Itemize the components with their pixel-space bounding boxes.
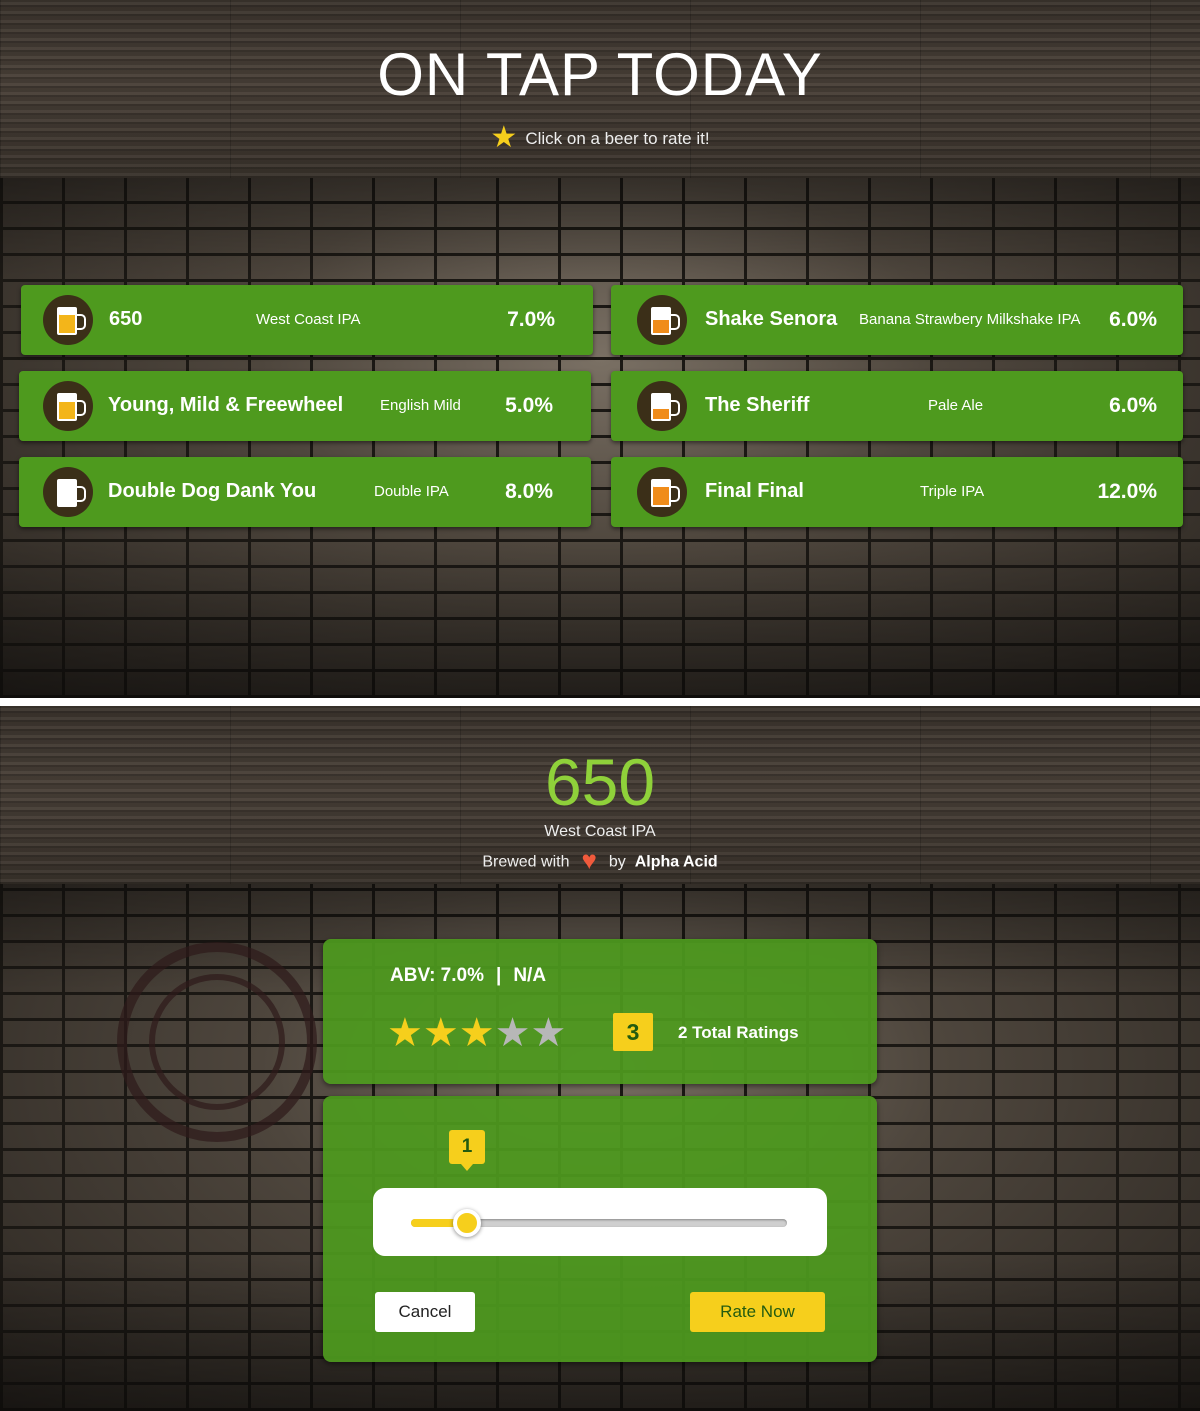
total-ratings: 2 Total Ratings: [678, 1023, 799, 1042]
slider-thumb[interactable]: [453, 1209, 481, 1237]
star-icon: ★: [494, 1011, 531, 1055]
slider-track[interactable]: [411, 1209, 787, 1237]
beer-style: Double IPA: [374, 483, 449, 500]
beer-mug-icon: [637, 467, 687, 517]
beer-detail-screen: 650 West Coast IPA Brewed with ♥ by Alpha …: [0, 706, 1200, 1411]
star-icon: ★: [490, 121, 518, 154]
brewer-name: Alpha Acid: [634, 853, 718, 871]
beer-abv: 7.0%: [507, 308, 555, 331]
rate-card: 1 Cancel Rate Now: [323, 1096, 877, 1362]
beer-abv: 6.0%: [1109, 308, 1157, 331]
ibu-value: N/A: [513, 965, 547, 986]
beer-abv: 12.0%: [1097, 480, 1157, 503]
rate-it-beer-stamp-logo: [117, 942, 317, 1142]
beer-style: English Mild: [380, 397, 461, 414]
rating-score-badge: 3: [613, 1013, 653, 1051]
rate-now-button[interactable]: Rate Now: [690, 1292, 825, 1332]
beer-name: Young, Mild & Freewheel: [108, 394, 344, 416]
beer-mug-icon: [43, 295, 93, 345]
beer-style: West Coast IPA: [256, 311, 361, 328]
star-icon: ★: [458, 1011, 495, 1055]
rate-hint-text: Click on a beer to rate it!: [525, 128, 710, 148]
beer-row[interactable]: Shake Senora Banana Strawbery Milkshake …: [611, 285, 1183, 355]
beer-name: The Sheriff: [705, 394, 810, 416]
beer-row[interactable]: Double Dog Dank You Double IPA 8.0%: [19, 457, 591, 527]
rating-slider[interactable]: [373, 1188, 827, 1256]
beer-list-screen: ON TAP TODAY ★ Click on a beer to rate it…: [0, 0, 1200, 698]
beer-abv: 6.0%: [1109, 394, 1157, 417]
cancel-button[interactable]: Cancel: [375, 1292, 475, 1332]
beer-name: 650: [109, 308, 143, 330]
page-title: ON TAP TODAY: [377, 41, 823, 108]
beer-style: Triple IPA: [920, 483, 985, 500]
beer-mug-icon: [637, 295, 687, 345]
abv-line: ABV: 7.0% | N/A: [390, 965, 546, 987]
beer-style: Banana Strawbery Milkshake IPA: [859, 311, 1081, 328]
beer-info-card: ABV: 7.0% | N/A ★★★★★ 3 2 Total Ratings: [323, 939, 877, 1084]
heart-icon: ♥: [581, 845, 597, 875]
beer-mug-icon: [637, 381, 687, 431]
brewed-with-text: Brewed with: [482, 853, 570, 871]
beer-detail-name: 650: [544, 745, 656, 819]
beer-mug-icon: [43, 381, 93, 431]
beer-row[interactable]: 650 West Coast IPA 7.0%: [21, 285, 593, 355]
beer-style: Pale Ale: [928, 397, 984, 414]
beer-detail-style: West Coast IPA: [544, 823, 656, 840]
beer-name: Final Final: [705, 480, 804, 502]
beer-abv: 8.0%: [505, 480, 553, 503]
beer-name: Shake Senora: [705, 308, 838, 330]
abv-value: ABV: 7.0%: [390, 965, 484, 986]
separator: |: [495, 965, 502, 986]
rate-hint: ★ Click on a beer to rate it!: [0, 121, 1200, 157]
brewed-with-line: Brewed with ♥ by Alpha Acid: [0, 845, 1200, 878]
beer-row[interactable]: Final Final Triple IPA 12.0%: [611, 457, 1183, 527]
star-icon: ★: [387, 1011, 423, 1055]
star-icon: ★: [530, 1011, 567, 1055]
beer-abv: 5.0%: [505, 394, 553, 417]
beer-mug-icon: [43, 467, 93, 517]
star-icon: ★: [422, 1011, 459, 1055]
by-text: by: [608, 853, 626, 871]
beer-name: Double Dog Dank You: [108, 480, 317, 502]
beer-row[interactable]: The Sheriff Pale Ale 6.0%: [611, 371, 1183, 441]
beer-row[interactable]: Young, Mild & Freewheel English Mild 5.0…: [19, 371, 591, 441]
slider-value-bubble: 1: [449, 1130, 485, 1171]
rating-stars: ★★★★★: [387, 1013, 566, 1053]
